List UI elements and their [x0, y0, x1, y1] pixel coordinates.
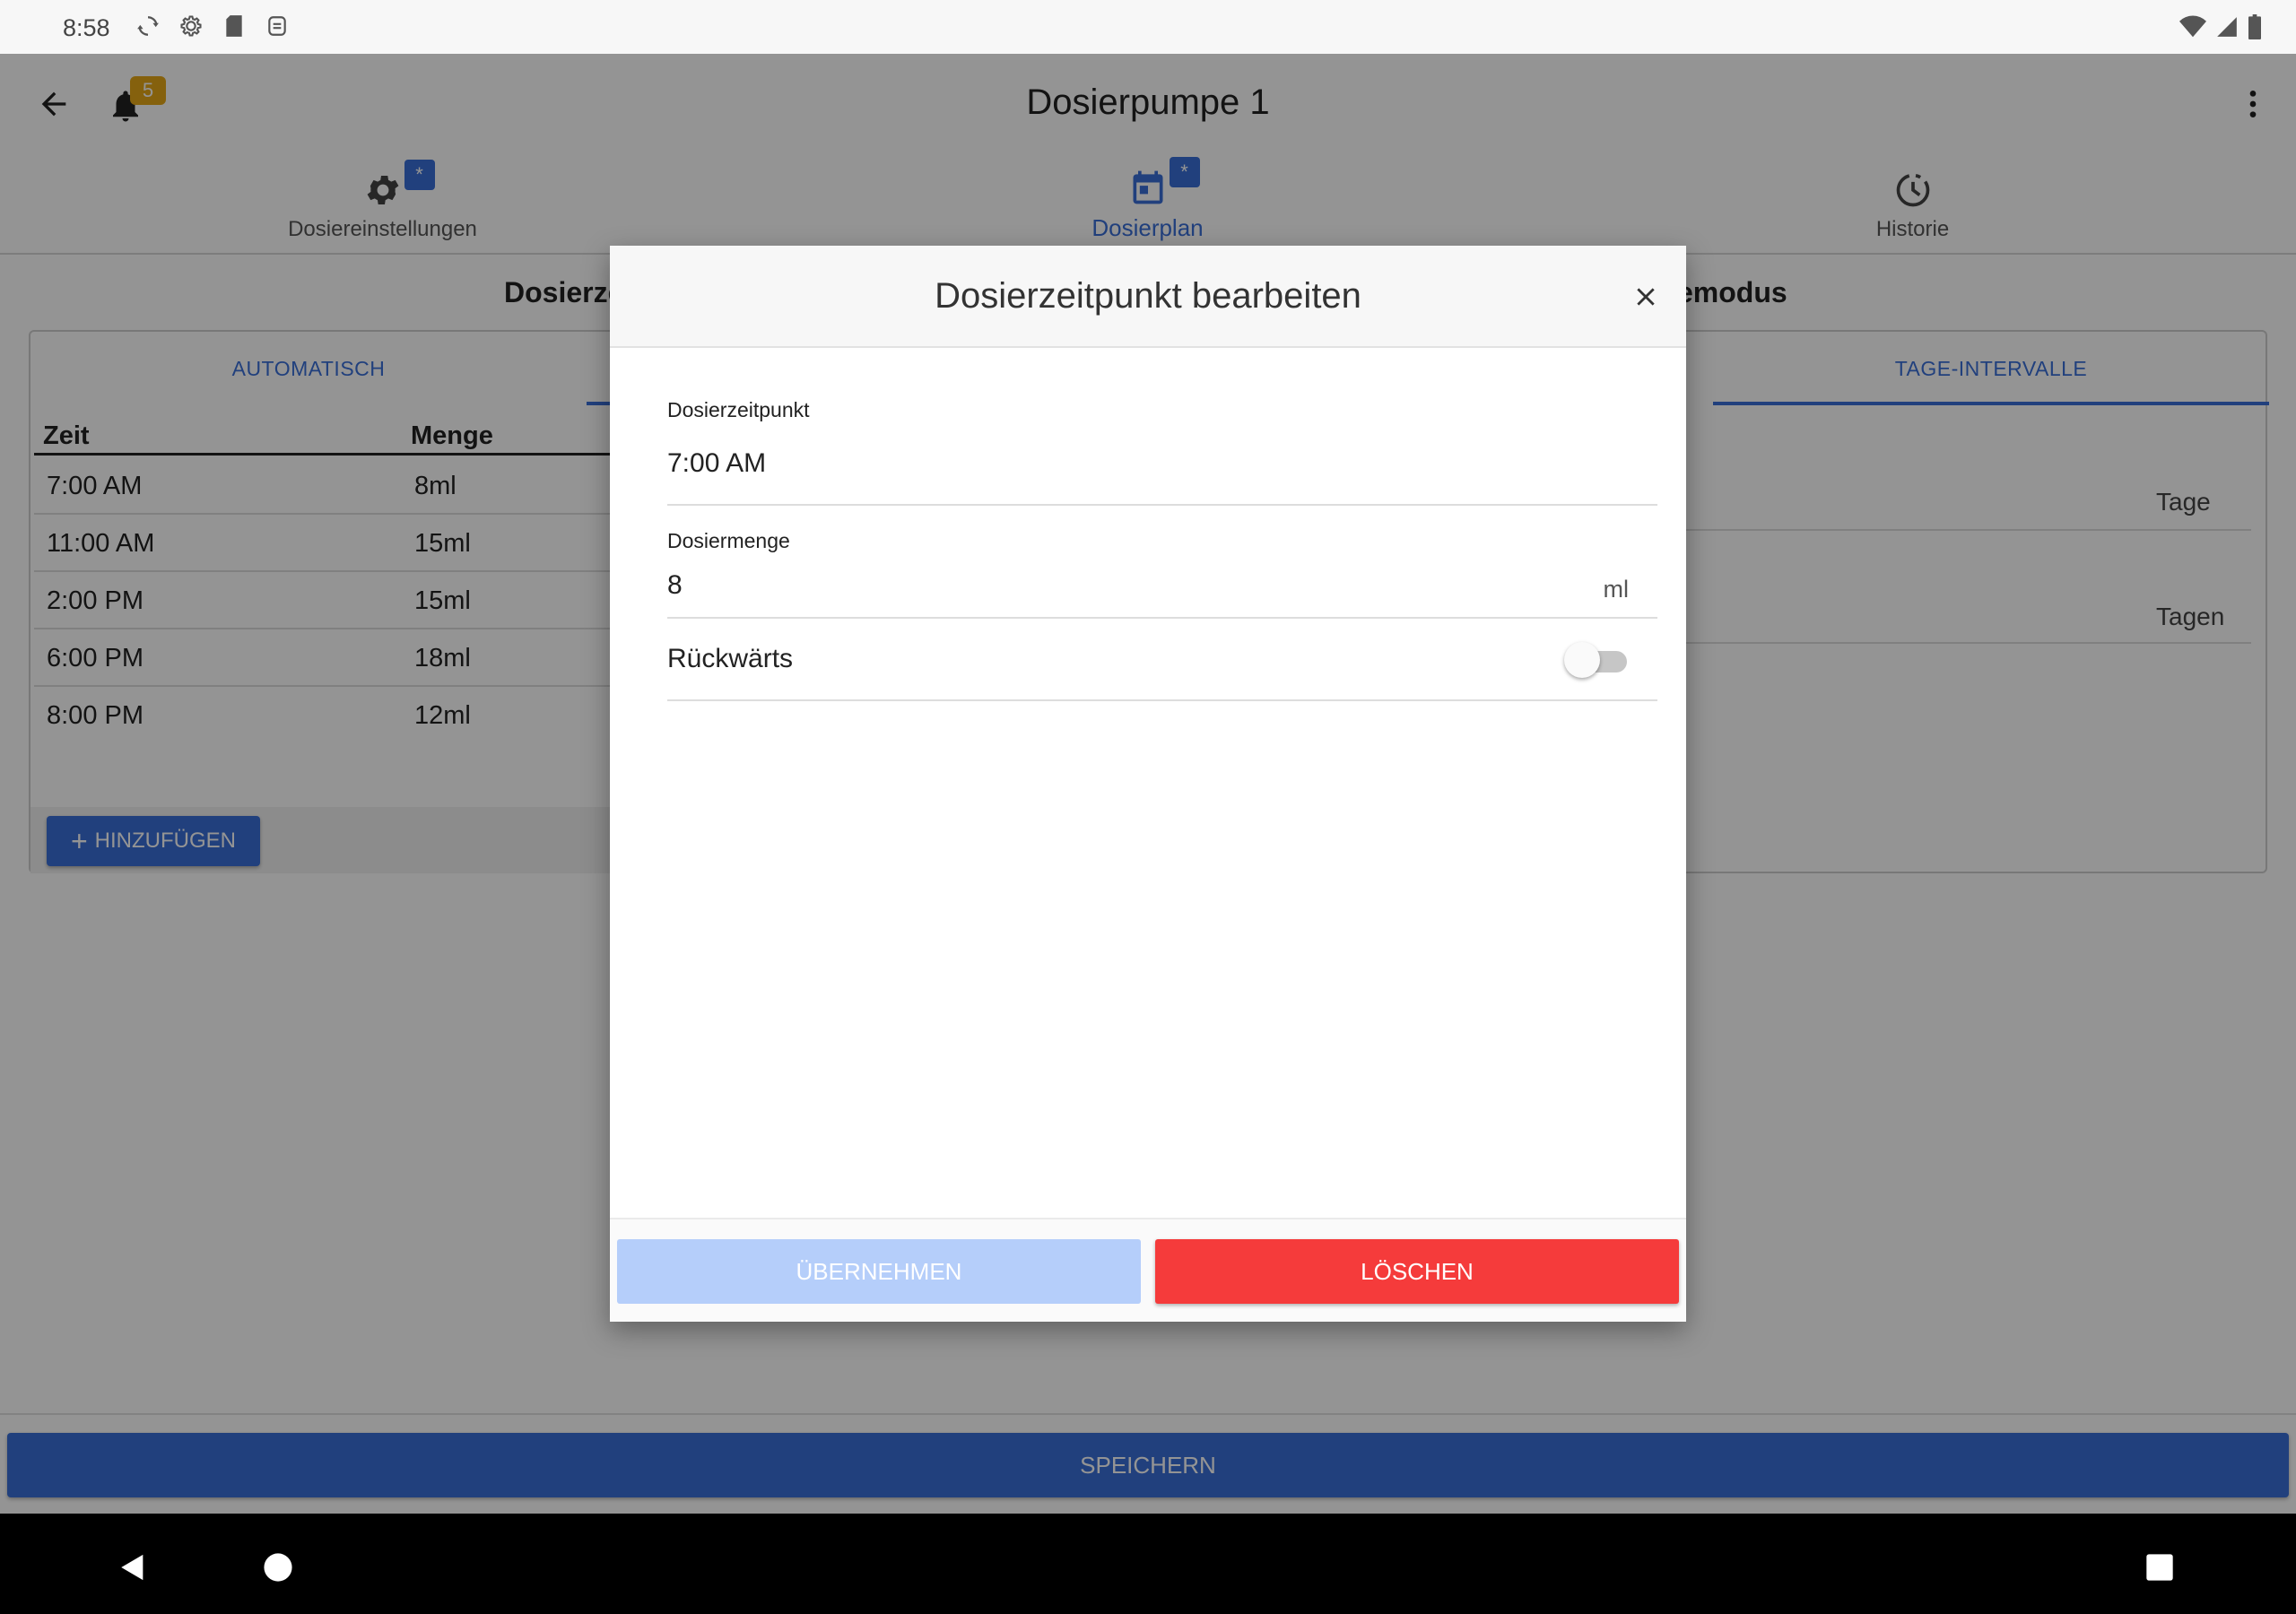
dialog-footer: ÜBERNEHMEN LÖSCHEN: [610, 1218, 1686, 1322]
signal-icon: [2215, 15, 2239, 43]
status-left-icons: [135, 13, 291, 39]
dialog-header: Dosierzeitpunkt bearbeiten: [610, 246, 1686, 348]
nav-home-button[interactable]: [251, 1540, 305, 1594]
amount-input[interactable]: 8: [667, 570, 1564, 601]
edit-dosing-time-dialog: Dosierzeitpunkt bearbeiten Dosierzeitpun…: [610, 246, 1686, 1322]
triangle-back-icon: [121, 1554, 144, 1581]
status-time: 8:58: [63, 14, 110, 41]
system-nav-bar: [0, 1514, 2296, 1614]
storage-icon: [264, 13, 291, 39]
square-recents-icon: [2146, 1554, 2173, 1581]
dialog-title: Dosierzeitpunkt bearbeiten: [935, 276, 1361, 316]
toggle-thumb: [1564, 642, 1600, 678]
close-button[interactable]: [1623, 274, 1668, 319]
circle-home-icon: [264, 1553, 292, 1582]
delete-button[interactable]: LÖSCHEN: [1155, 1239, 1679, 1304]
battery-icon: [2248, 14, 2262, 44]
amount-field-label: Dosiermenge: [667, 529, 790, 552]
status-right-icons: [2179, 14, 2262, 44]
nav-back-button[interactable]: [106, 1540, 160, 1594]
field-underline: [667, 617, 1657, 619]
field-underline: [667, 699, 1657, 701]
reverse-toggle[interactable]: [1564, 640, 1636, 680]
time-field-label: Dosierzeitpunkt: [667, 398, 810, 421]
status-bar: 8:58: [0, 0, 2296, 54]
time-field[interactable]: 7:00 AM: [667, 448, 766, 479]
apply-button[interactable]: ÜBERNEHMEN: [617, 1239, 1141, 1304]
reverse-label: Rückwärts: [667, 644, 794, 673]
wifi-icon: [2179, 15, 2206, 43]
sd-card-icon: [221, 13, 248, 39]
nav-recents-button[interactable]: [2133, 1540, 2187, 1594]
field-underline: [667, 504, 1657, 506]
gear-icon: [178, 13, 204, 39]
sync-icon: [135, 13, 161, 39]
amount-unit: ml: [1603, 576, 1630, 603]
close-icon: [1637, 288, 1655, 306]
